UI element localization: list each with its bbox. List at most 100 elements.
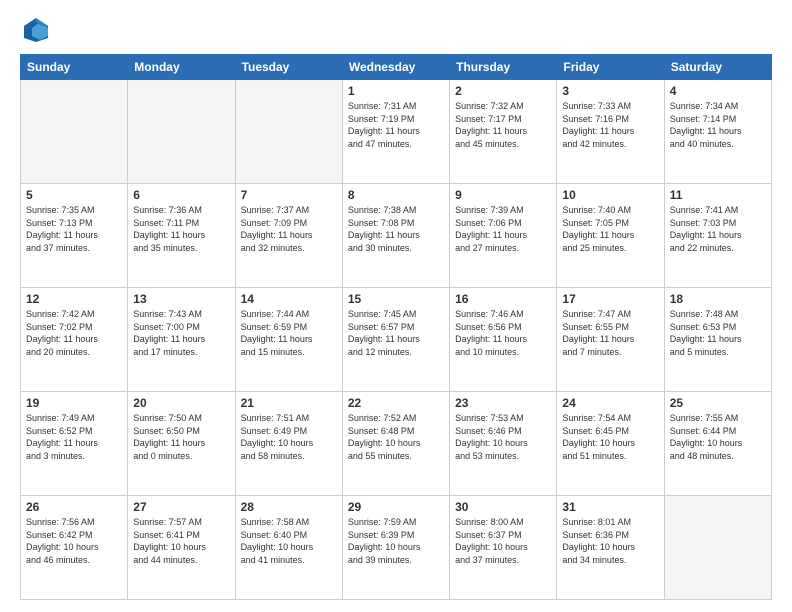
weekday-header-monday: Monday	[128, 55, 235, 80]
calendar-cell: 18 Sunrise: 7:48 AM Sunset: 6:53 PM Dayli…	[664, 288, 771, 392]
day-number: 4	[670, 84, 766, 98]
calendar-cell: 10Sunrise: 7:40 AM Sunset: 7:05 PM Dayli…	[557, 184, 664, 288]
calendar-cell: 19 Sunrise: 7:49 AM Sunset: 6:52 PM Dayli…	[21, 392, 128, 496]
calendar-cell: 24 Sunrise: 7:54 AM Sunset: 6:45 PM Dayli…	[557, 392, 664, 496]
calendar-cell: 29Sunrise: 7:59 AM Sunset: 6:39 PM Dayli…	[342, 496, 449, 600]
header	[20, 16, 772, 44]
day-info: Sunrise: 7:51 AM Sunset: 6:49 PM Dayligh…	[241, 412, 337, 462]
day-info: Sunrise: 7:32 AM Sunset: 7:17 PM Dayligh…	[455, 100, 551, 150]
day-info: Sunrise: 7:48 AM Sunset: 6:53 PM Dayligh…	[670, 308, 766, 358]
week-row-3: 12 Sunrise: 7:42 AM Sunset: 7:02 PM Dayli…	[21, 288, 772, 392]
day-number: 15	[348, 292, 444, 306]
day-number: 20	[133, 396, 229, 410]
weekday-header-saturday: Saturday	[664, 55, 771, 80]
day-info: Sunrise: 7:46 AM Sunset: 6:56 PM Dayligh…	[455, 308, 551, 358]
day-info: Sunrise: 8:01 AM Sunset: 6:36 PM Dayligh…	[562, 516, 658, 566]
day-number: 16	[455, 292, 551, 306]
day-number: 10	[562, 188, 658, 202]
day-number: 2	[455, 84, 551, 98]
calendar-cell: 26 Sunrise: 7:56 AM Sunset: 6:42 PM Dayli…	[21, 496, 128, 600]
calendar-cell: 3 Sunrise: 7:33 AM Sunset: 7:16 PM Daylig…	[557, 80, 664, 184]
calendar-cell: 28Sunrise: 7:58 AM Sunset: 6:40 PM Dayli…	[235, 496, 342, 600]
day-number: 7	[241, 188, 337, 202]
calendar-cell: 1 Sunrise: 7:31 AM Sunset: 7:19 PM Daylig…	[342, 80, 449, 184]
calendar-cell: 5Sunrise: 7:35 AM Sunset: 7:13 PM Daylig…	[21, 184, 128, 288]
day-number: 12	[26, 292, 122, 306]
day-info: Sunrise: 7:56 AM Sunset: 6:42 PM Dayligh…	[26, 516, 122, 566]
calendar-cell: 15 Sunrise: 7:45 AM Sunset: 6:57 PM Dayli…	[342, 288, 449, 392]
calendar-cell	[128, 80, 235, 184]
calendar-table: SundayMondayTuesdayWednesdayThursdayFrid…	[20, 54, 772, 600]
calendar-cell: 6 Sunrise: 7:36 AM Sunset: 7:11 PM Daylig…	[128, 184, 235, 288]
calendar-cell: 30Sunrise: 8:00 AM Sunset: 6:37 PM Dayli…	[450, 496, 557, 600]
day-number: 8	[348, 188, 444, 202]
calendar-cell: 2 Sunrise: 7:32 AM Sunset: 7:17 PM Daylig…	[450, 80, 557, 184]
day-info: Sunrise: 7:57 AM Sunset: 6:41 PM Dayligh…	[133, 516, 229, 566]
day-number: 22	[348, 396, 444, 410]
day-info: Sunrise: 7:33 AM Sunset: 7:16 PM Dayligh…	[562, 100, 658, 150]
day-info: Sunrise: 7:49 AM Sunset: 6:52 PM Dayligh…	[26, 412, 122, 462]
day-info: Sunrise: 7:50 AM Sunset: 6:50 PM Dayligh…	[133, 412, 229, 462]
day-number: 25	[670, 396, 766, 410]
weekday-header-friday: Friday	[557, 55, 664, 80]
day-info: Sunrise: 7:59 AM Sunset: 6:39 PM Dayligh…	[348, 516, 444, 566]
day-number: 11	[670, 188, 766, 202]
week-row-1: 1 Sunrise: 7:31 AM Sunset: 7:19 PM Daylig…	[21, 80, 772, 184]
calendar-cell	[21, 80, 128, 184]
calendar-cell: 8 Sunrise: 7:38 AM Sunset: 7:08 PM Daylig…	[342, 184, 449, 288]
day-number: 14	[241, 292, 337, 306]
day-info: Sunrise: 7:55 AM Sunset: 6:44 PM Dayligh…	[670, 412, 766, 462]
calendar-cell: 21 Sunrise: 7:51 AM Sunset: 6:49 PM Dayli…	[235, 392, 342, 496]
day-info: Sunrise: 7:54 AM Sunset: 6:45 PM Dayligh…	[562, 412, 658, 462]
week-row-5: 26 Sunrise: 7:56 AM Sunset: 6:42 PM Dayli…	[21, 496, 772, 600]
day-info: Sunrise: 7:36 AM Sunset: 7:11 PM Dayligh…	[133, 204, 229, 254]
day-number: 1	[348, 84, 444, 98]
weekday-header-wednesday: Wednesday	[342, 55, 449, 80]
calendar-cell: 31 Sunrise: 8:01 AM Sunset: 6:36 PM Dayli…	[557, 496, 664, 600]
day-info: Sunrise: 7:42 AM Sunset: 7:02 PM Dayligh…	[26, 308, 122, 358]
logo-area	[20, 16, 54, 44]
day-info: Sunrise: 7:45 AM Sunset: 6:57 PM Dayligh…	[348, 308, 444, 358]
day-number: 18	[670, 292, 766, 306]
calendar-cell: 16 Sunrise: 7:46 AM Sunset: 6:56 PM Dayli…	[450, 288, 557, 392]
day-info: Sunrise: 7:37 AM Sunset: 7:09 PM Dayligh…	[241, 204, 337, 254]
week-row-2: 5Sunrise: 7:35 AM Sunset: 7:13 PM Daylig…	[21, 184, 772, 288]
day-info: Sunrise: 7:43 AM Sunset: 7:00 PM Dayligh…	[133, 308, 229, 358]
day-number: 26	[26, 500, 122, 514]
day-number: 31	[562, 500, 658, 514]
day-number: 6	[133, 188, 229, 202]
page: SundayMondayTuesdayWednesdayThursdayFrid…	[0, 0, 792, 612]
day-info: Sunrise: 7:44 AM Sunset: 6:59 PM Dayligh…	[241, 308, 337, 358]
day-number: 24	[562, 396, 658, 410]
day-info: Sunrise: 7:53 AM Sunset: 6:46 PM Dayligh…	[455, 412, 551, 462]
calendar-cell: 11Sunrise: 7:41 AM Sunset: 7:03 PM Dayli…	[664, 184, 771, 288]
day-info: Sunrise: 7:47 AM Sunset: 6:55 PM Dayligh…	[562, 308, 658, 358]
weekday-header-sunday: Sunday	[21, 55, 128, 80]
calendar-cell: 7 Sunrise: 7:37 AM Sunset: 7:09 PM Daylig…	[235, 184, 342, 288]
day-number: 27	[133, 500, 229, 514]
day-number: 19	[26, 396, 122, 410]
week-row-4: 19 Sunrise: 7:49 AM Sunset: 6:52 PM Dayli…	[21, 392, 772, 496]
calendar-cell	[235, 80, 342, 184]
day-number: 21	[241, 396, 337, 410]
calendar-cell: 14 Sunrise: 7:44 AM Sunset: 6:59 PM Dayli…	[235, 288, 342, 392]
day-info: Sunrise: 7:38 AM Sunset: 7:08 PM Dayligh…	[348, 204, 444, 254]
calendar-cell: 13 Sunrise: 7:43 AM Sunset: 7:00 PM Dayli…	[128, 288, 235, 392]
day-number: 13	[133, 292, 229, 306]
day-info: Sunrise: 7:31 AM Sunset: 7:19 PM Dayligh…	[348, 100, 444, 150]
calendar-cell: 27 Sunrise: 7:57 AM Sunset: 6:41 PM Dayli…	[128, 496, 235, 600]
calendar-cell	[664, 496, 771, 600]
day-info: Sunrise: 7:52 AM Sunset: 6:48 PM Dayligh…	[348, 412, 444, 462]
day-number: 3	[562, 84, 658, 98]
calendar-cell: 25 Sunrise: 7:55 AM Sunset: 6:44 PM Dayli…	[664, 392, 771, 496]
day-info: Sunrise: 7:58 AM Sunset: 6:40 PM Dayligh…	[241, 516, 337, 566]
day-number: 30	[455, 500, 551, 514]
weekday-header-row: SundayMondayTuesdayWednesdayThursdayFrid…	[21, 55, 772, 80]
calendar-cell: 20 Sunrise: 7:50 AM Sunset: 6:50 PM Dayli…	[128, 392, 235, 496]
day-number: 5	[26, 188, 122, 202]
day-info: Sunrise: 7:39 AM Sunset: 7:06 PM Dayligh…	[455, 204, 551, 254]
calendar-cell: 4Sunrise: 7:34 AM Sunset: 7:14 PM Daylig…	[664, 80, 771, 184]
calendar-cell: 9Sunrise: 7:39 AM Sunset: 7:06 PM Daylig…	[450, 184, 557, 288]
logo-icon	[22, 16, 50, 44]
day-number: 23	[455, 396, 551, 410]
